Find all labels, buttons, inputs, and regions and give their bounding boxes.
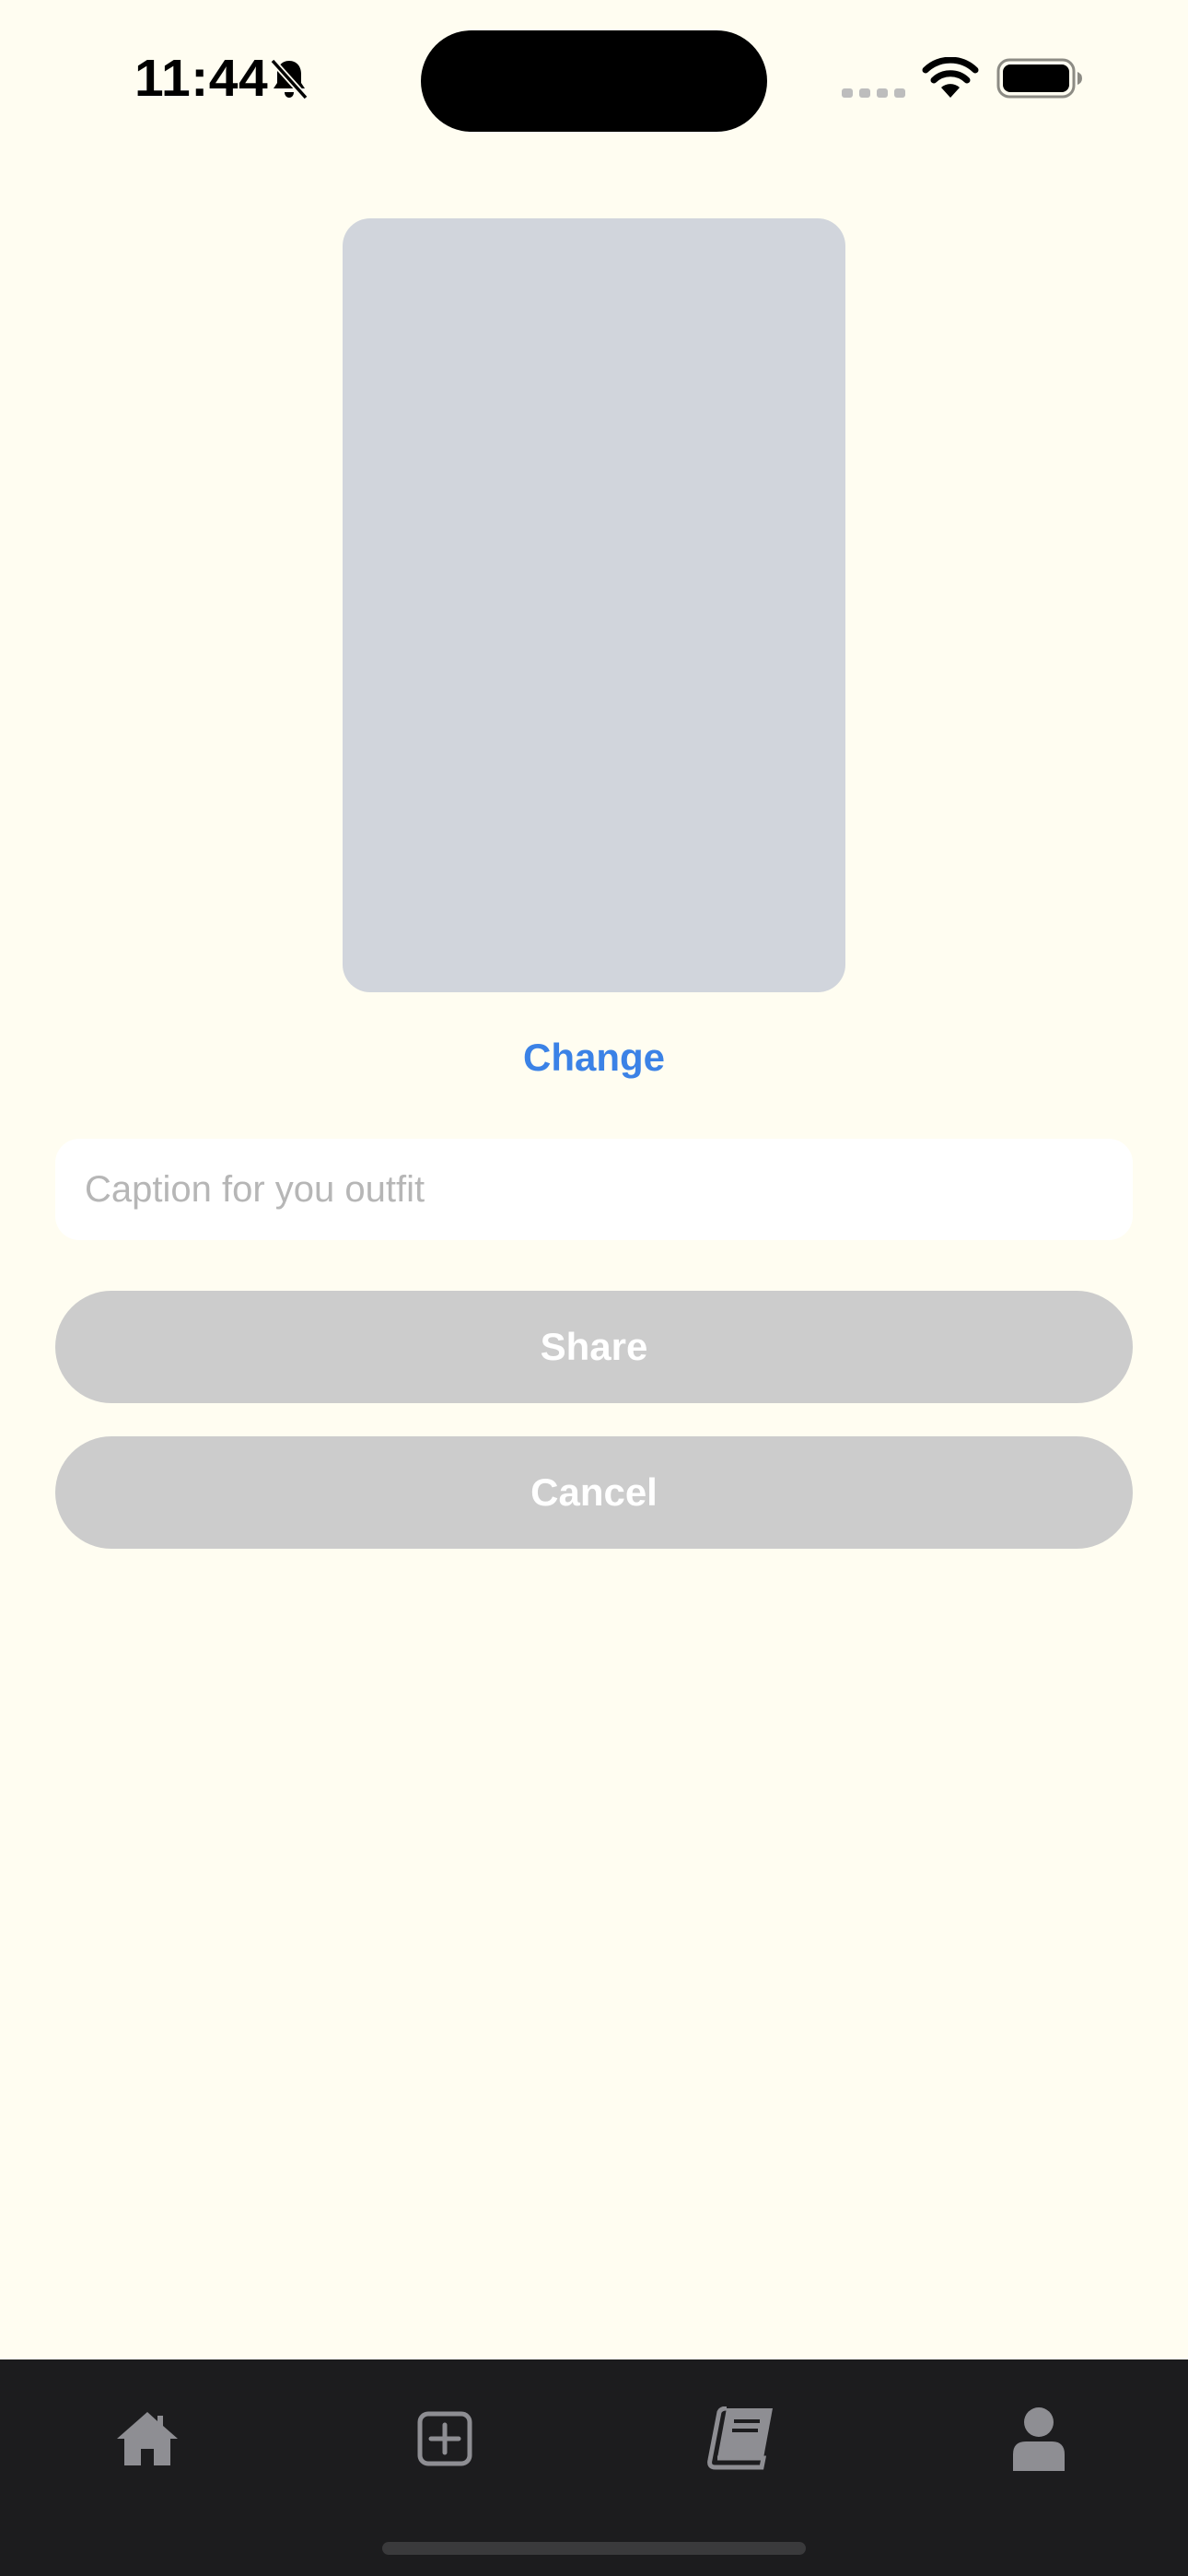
- cellular-signal-icon: [842, 88, 905, 98]
- bell-slash-icon: [270, 58, 309, 100]
- status-bar: 11:44: [0, 0, 1188, 157]
- wifi-icon: [922, 57, 979, 98]
- share-button[interactable]: Share: [55, 1291, 1133, 1403]
- outfit-photo-placeholder[interactable]: [343, 218, 845, 992]
- dynamic-island: [421, 30, 767, 132]
- cancel-button[interactable]: Cancel: [55, 1436, 1133, 1549]
- change-photo-button[interactable]: Change: [0, 1036, 1188, 1080]
- battery-icon: [996, 58, 1082, 99]
- home-indicator: [382, 2542, 806, 2555]
- tab-profile[interactable]: [984, 2393, 1094, 2485]
- book-icon: [707, 2406, 773, 2470]
- home-icon: [117, 2412, 178, 2465]
- tab-home[interactable]: [92, 2393, 203, 2485]
- tab-bar: [0, 2359, 1188, 2576]
- tab-journal[interactable]: [686, 2393, 797, 2485]
- caption-input[interactable]: [55, 1139, 1133, 1240]
- tab-add[interactable]: [390, 2393, 500, 2485]
- user-icon: [1013, 2407, 1065, 2471]
- plus-square-icon: [417, 2411, 472, 2466]
- post-outfit-screen: 11:44 Change Share Cancel: [0, 0, 1188, 2576]
- status-time: 11:44: [134, 49, 269, 108]
